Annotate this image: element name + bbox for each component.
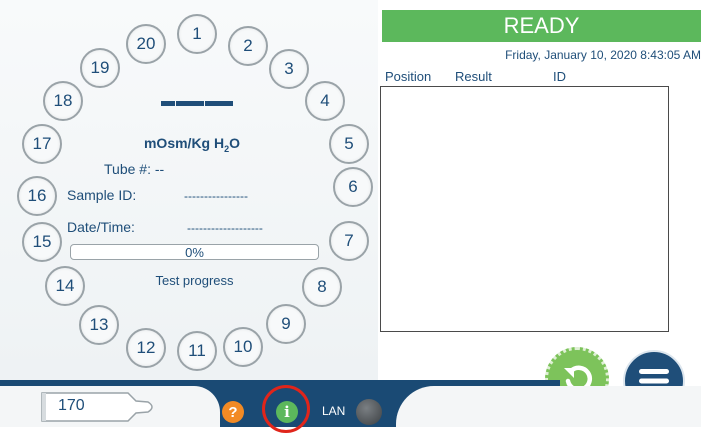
tube-slot-2[interactable]: 2 [228, 26, 268, 66]
column-header-position: Position [385, 69, 432, 84]
sample-id-value: ---------------- [184, 189, 248, 203]
tube-slot-4[interactable]: 4 [305, 81, 345, 121]
tube-slot-6[interactable]: 6 [333, 167, 373, 207]
tube-slot-15[interactable]: 15 [22, 222, 62, 262]
units-label: mOsm/Kg H2O [143, 135, 241, 154]
column-header-id: ID [553, 69, 566, 84]
lan-status-indicator [356, 399, 382, 425]
result-placeholder [161, 101, 233, 111]
test-progress-bar: 0% [70, 244, 319, 260]
tube-slot-11[interactable]: 11 [177, 331, 217, 371]
tube-number-value: -- [154, 161, 165, 177]
sample-tube-number: 170 [58, 397, 85, 414]
tube-slot-20[interactable]: 20 [126, 24, 166, 64]
info-icon[interactable]: i [276, 401, 298, 423]
tube-slot-1[interactable]: 1 [177, 14, 217, 54]
tube-number-label: Tube #: -- [104, 161, 165, 177]
lan-label: LAN [322, 404, 346, 418]
status-bar: READY [382, 10, 701, 42]
tube-slot-12[interactable]: 12 [126, 328, 166, 368]
results-list[interactable] [380, 86, 669, 332]
tube-slot-16[interactable]: 16 [17, 176, 57, 216]
tube-slot-17[interactable]: 17 [22, 124, 62, 164]
sample-id-label: Sample ID: [67, 187, 137, 203]
tube-slot-18[interactable]: 18 [43, 81, 83, 121]
datetime-value: ------------------- [187, 221, 263, 235]
datetime-label: Date/Time: [67, 219, 135, 235]
current-datetime: Friday, January 10, 2020 8:43:05 AM [505, 48, 701, 62]
column-header-result: Result [455, 69, 492, 84]
tube-slot-3[interactable]: 3 [269, 49, 309, 89]
help-icon[interactable]: ? [222, 401, 244, 423]
tube-slot-9[interactable]: 9 [266, 304, 306, 344]
progress-percent: 0% [185, 245, 204, 260]
tube-slot-19[interactable]: 19 [80, 48, 120, 88]
progress-caption: Test progress [155, 273, 234, 288]
tube-slot-5[interactable]: 5 [329, 124, 369, 164]
bottom-bar-right-area [396, 386, 701, 427]
tube-slot-7[interactable]: 7 [329, 221, 369, 261]
tube-slot-13[interactable]: 13 [79, 305, 119, 345]
tube-slot-10[interactable]: 10 [223, 327, 263, 367]
